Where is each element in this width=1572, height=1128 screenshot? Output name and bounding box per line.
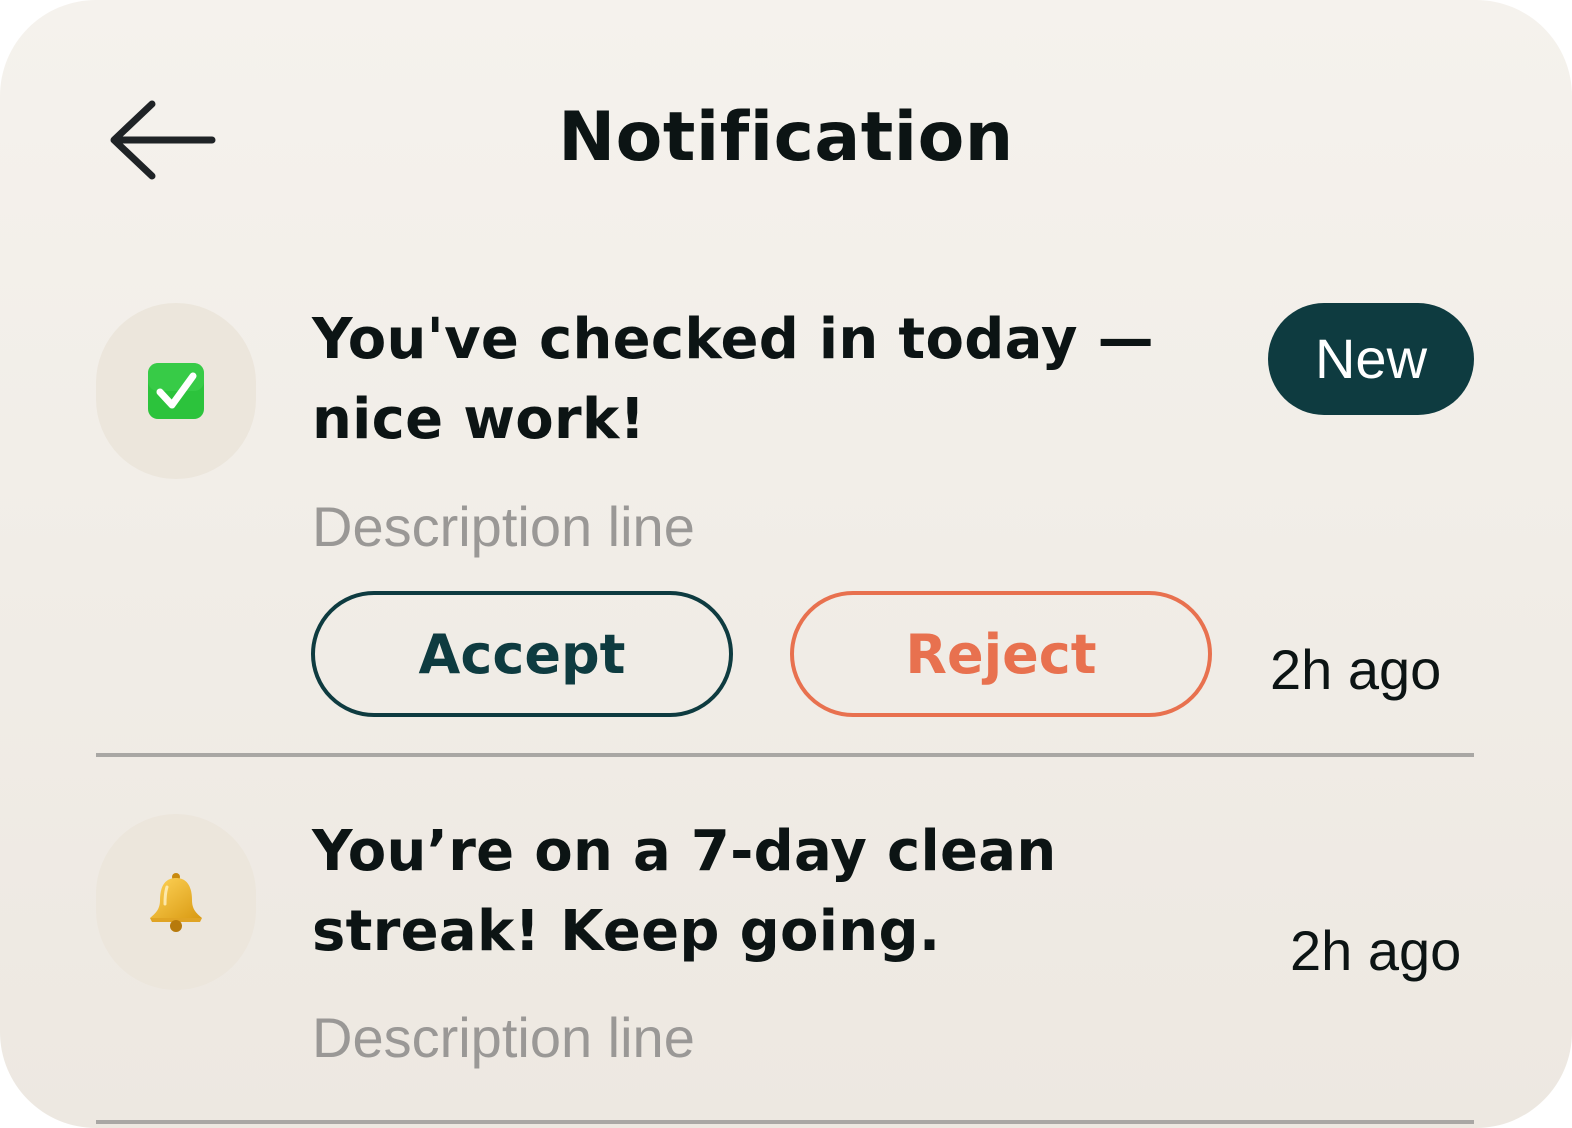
notification-time: 2h ago: [1290, 919, 1462, 982]
accept-button[interactable]: Accept: [311, 591, 733, 717]
notification-screen: Notification You've checked in today — n…: [0, 0, 1572, 1128]
bell-icon: [150, 873, 202, 932]
notification-time: 2h ago: [1270, 638, 1442, 701]
divider: [96, 753, 1474, 757]
notification-icon-container: [96, 814, 256, 990]
notification-description: Description line: [312, 495, 695, 558]
notification-title-line: You've checked in today —: [312, 307, 1154, 372]
new-badge: New: [1268, 303, 1474, 415]
reject-button[interactable]: Reject: [790, 591, 1212, 717]
notification-description: Description line: [312, 1006, 695, 1069]
notification-title: You've checked in today — nice work!: [312, 300, 1212, 460]
notification-title: You’re on a 7-day clean streak! Keep goi…: [312, 812, 1212, 972]
check-mark-button-icon: [148, 363, 204, 419]
notification-title-line: nice work!: [312, 387, 646, 452]
notification-title-line: streak! Keep going.: [312, 899, 941, 964]
notification-icon-container: [96, 303, 256, 479]
notification-title-line: You’re on a 7-day clean: [312, 819, 1057, 884]
page-title: Notification: [558, 98, 1014, 177]
divider: [96, 1120, 1474, 1124]
